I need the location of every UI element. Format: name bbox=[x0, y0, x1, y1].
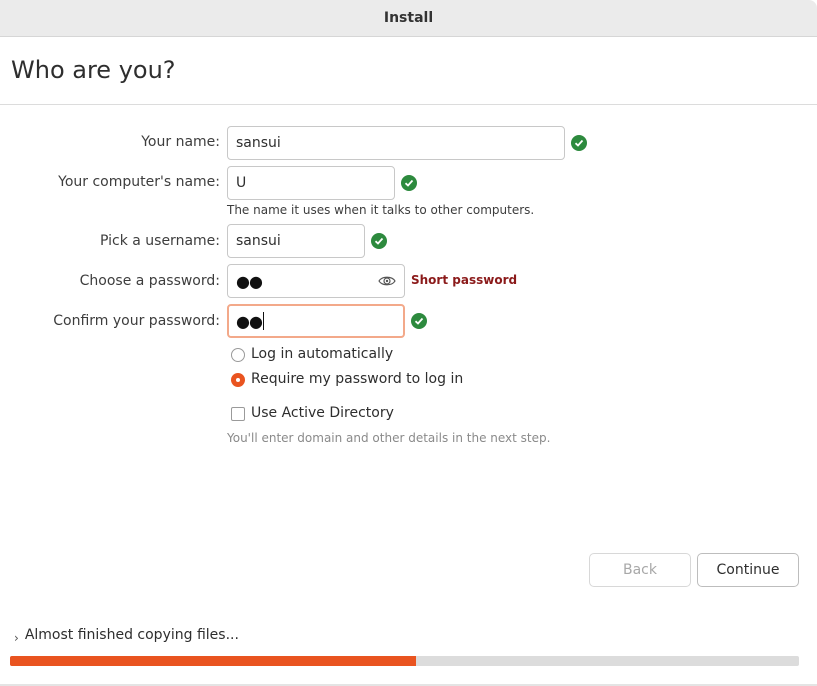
password-value: ●● bbox=[236, 271, 263, 291]
require-password-label[interactable]: Require my password to log in bbox=[251, 371, 463, 387]
name-value: sansui bbox=[236, 135, 281, 151]
name-label: Your name: bbox=[141, 134, 220, 150]
status-text: Almost finished copying files... bbox=[24, 627, 239, 643]
continue-button[interactable]: Continue bbox=[697, 553, 799, 587]
username-value: sansui bbox=[236, 233, 281, 249]
page-title: Who are you? bbox=[11, 56, 176, 84]
confirm-password-label: Confirm your password: bbox=[53, 313, 220, 329]
username-label: Pick a username: bbox=[99, 233, 220, 249]
active-directory-checkbox[interactable] bbox=[231, 407, 245, 421]
name-field[interactable]: sansui bbox=[227, 126, 565, 160]
computer-name-valid-check-icon bbox=[401, 175, 417, 191]
confirm-password-value: ●● bbox=[236, 311, 263, 331]
confirm-valid-check-icon bbox=[411, 313, 427, 329]
install-progress-bar bbox=[10, 656, 799, 666]
computer-name-field[interactable]: U bbox=[227, 166, 395, 200]
computer-name-label: Your computer's name: bbox=[58, 174, 220, 190]
confirm-password-field[interactable]: ●● bbox=[227, 304, 405, 338]
login-auto-radio[interactable] bbox=[231, 348, 245, 362]
eye-icon[interactable] bbox=[378, 273, 396, 293]
install-status[interactable]: › Almost finished copying files... bbox=[14, 627, 239, 645]
password-label: Choose a password: bbox=[79, 273, 220, 289]
window-title: Install bbox=[383, 10, 434, 26]
login-auto-label[interactable]: Log in automatically bbox=[251, 346, 393, 362]
active-directory-label[interactable]: Use Active Directory bbox=[251, 405, 394, 421]
header-divider bbox=[0, 104, 817, 105]
window-titlebar: Install bbox=[0, 0, 817, 37]
chevron-right-icon[interactable]: › bbox=[14, 631, 19, 645]
text-caret bbox=[262, 312, 264, 330]
computer-name-value: U bbox=[236, 175, 247, 191]
require-password-radio[interactable] bbox=[231, 373, 245, 387]
password-strength-warning: Short password bbox=[411, 273, 518, 287]
name-valid-check-icon bbox=[571, 135, 587, 151]
password-field[interactable]: ●● bbox=[227, 264, 405, 298]
active-directory-hint: You'll enter domain and other details in… bbox=[227, 431, 551, 445]
back-button[interactable]: Back bbox=[589, 553, 691, 587]
computer-name-hint: The name it uses when it talks to other … bbox=[227, 203, 535, 217]
username-field[interactable]: sansui bbox=[227, 224, 365, 258]
username-valid-check-icon bbox=[371, 233, 387, 249]
install-progress-fill bbox=[10, 656, 417, 666]
